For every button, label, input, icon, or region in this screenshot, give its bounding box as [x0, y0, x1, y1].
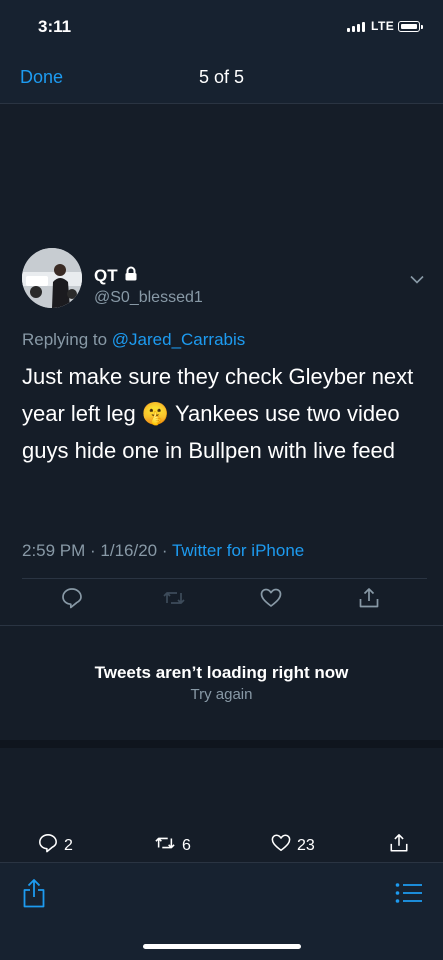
retweet-count-value: 6 [182, 836, 191, 854]
tweet-text: Just make sure they check Gleyber next y… [22, 364, 414, 463]
share-count-button[interactable] [389, 833, 409, 858]
reply-icon[interactable] [61, 587, 83, 614]
share-icon [389, 833, 409, 858]
home-indicator[interactable] [143, 944, 301, 949]
replying-prefix: Replying to [22, 330, 108, 349]
section-divider [0, 740, 443, 748]
tweet-meta: 2:59 PM · 1/16/20 · Twitter for iPhone [22, 541, 304, 561]
like-count[interactable]: 23 [271, 833, 315, 858]
tweet-source-link[interactable]: Twitter for iPhone [172, 541, 304, 560]
divider [22, 578, 427, 579]
share-icon[interactable] [22, 878, 46, 913]
lock-icon [124, 266, 138, 286]
heart-icon[interactable] [260, 587, 282, 614]
error-message: Tweets aren’t loading right now [94, 663, 349, 682]
tweet-timestamp: 2:59 PM · 1/16/20 · [22, 541, 168, 560]
status-time: 3:11 [38, 17, 72, 36]
like-count-value: 23 [297, 836, 315, 854]
retweet-count[interactable]: 6 [154, 833, 191, 858]
battery-icon [398, 21, 423, 32]
network-type: LTE [371, 19, 395, 33]
page-title: 5 of 5 [198, 67, 245, 87]
tweet-actions [22, 587, 427, 617]
retweet-icon [154, 833, 176, 858]
retweet-icon[interactable] [162, 587, 186, 614]
chevron-down-icon[interactable] [410, 271, 424, 289]
reply-count-value: 2 [64, 836, 73, 854]
author-name-row[interactable]: QT [94, 266, 138, 286]
replying-to: Replying to @Jared_Carrabis [22, 330, 245, 350]
reply-icon [38, 833, 58, 858]
list-icon[interactable] [395, 882, 423, 909]
share-icon[interactable] [358, 587, 380, 614]
divider [0, 625, 443, 626]
heart-icon [271, 833, 291, 858]
try-again-button[interactable]: Try again [0, 686, 443, 703]
avatar[interactable] [22, 248, 82, 308]
display-name: QT [94, 266, 118, 285]
replying-to-link[interactable]: @Jared_Carrabis [112, 330, 245, 349]
handle: @S0_blessed1 [94, 289, 203, 306]
reply-count[interactable]: 2 [38, 833, 73, 858]
signal-icon [347, 22, 365, 32]
